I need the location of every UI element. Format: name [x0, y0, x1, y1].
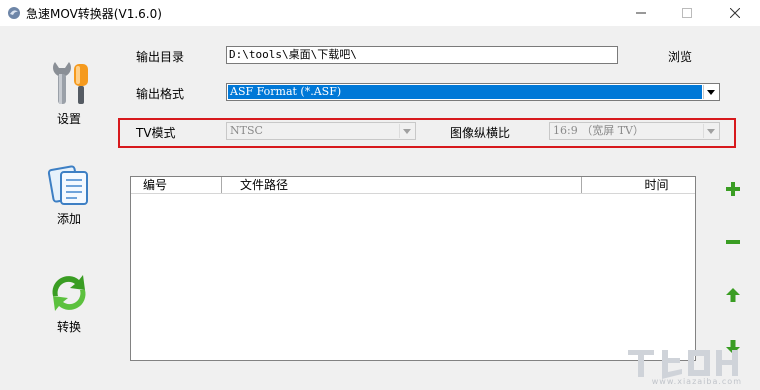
add-files-button[interactable]: 添加	[28, 162, 110, 227]
output-dir-field[interactable]: D:\tools\桌面\下载吧\	[226, 46, 618, 64]
column-header-path[interactable]: 文件路径	[222, 177, 582, 193]
settings-label: 设置	[56, 112, 81, 126]
convert-label: 转换	[56, 320, 81, 334]
column-header-number[interactable]: 编号	[131, 177, 222, 193]
output-format-value: ASF Format (*.ASF)	[228, 85, 702, 99]
watermark: www.xiazaiba.com	[624, 346, 752, 390]
aspect-ratio-label: 图像纵横比	[450, 126, 511, 140]
tv-mode-select[interactable]: NTSC	[226, 122, 416, 140]
tv-mode-label: TV模式	[136, 126, 176, 140]
remove-item-button[interactable]	[722, 231, 744, 253]
minimize-button[interactable]	[618, 0, 664, 26]
wrench-settings-icon	[53, 62, 88, 104]
plus-icon	[726, 182, 740, 196]
minimize-icon	[636, 12, 646, 14]
chevron-down-icon[interactable]	[703, 85, 718, 99]
move-up-button[interactable]	[722, 284, 744, 306]
output-format-select[interactable]: ASF Format (*.ASF)	[226, 83, 720, 101]
chevron-down-icon[interactable]	[703, 124, 718, 138]
title-bar: 急速MOV转换器(V1.6.0)	[0, 0, 760, 26]
convert-button[interactable]: 转换	[28, 270, 110, 335]
tv-mode-value: NTSC	[230, 124, 263, 137]
add-label: 添加	[56, 212, 81, 226]
file-list-header: 编号 文件路径 时间	[131, 177, 695, 194]
output-format-label: 输出格式	[136, 87, 185, 101]
window-title: 急速MOV转换器(V1.6.0)	[26, 7, 162, 21]
file-list[interactable]: 编号 文件路径 时间	[130, 176, 696, 361]
browse-button[interactable]: 浏览	[668, 48, 692, 65]
close-icon	[730, 8, 740, 18]
add-item-button[interactable]	[722, 178, 744, 200]
chevron-down-icon[interactable]	[399, 124, 414, 138]
settings-button[interactable]: 设置	[28, 58, 110, 127]
maximize-button[interactable]	[664, 0, 710, 26]
minus-icon	[726, 240, 740, 244]
main-panel: 设置 添加 转换 输出目录 D:\tools\桌面\下载吧\ 浏览 输出格式 A…	[0, 26, 760, 390]
convert-arrows-icon	[52, 275, 86, 311]
arrow-up-icon	[726, 288, 740, 302]
close-button[interactable]	[712, 0, 758, 26]
aspect-ratio-value: 16:9 （宽屏 TV）	[553, 124, 644, 137]
app-logo-icon	[8, 7, 20, 19]
add-documents-icon	[47, 165, 88, 205]
watermark-text: www.xiazaiba.com	[651, 377, 742, 386]
output-dir-label: 输出目录	[136, 50, 185, 64]
watermark-logo-icon	[628, 350, 738, 379]
maximize-icon	[682, 8, 692, 18]
aspect-ratio-select[interactable]: 16:9 （宽屏 TV）	[549, 122, 720, 140]
column-header-time[interactable]: 时间	[582, 177, 695, 193]
